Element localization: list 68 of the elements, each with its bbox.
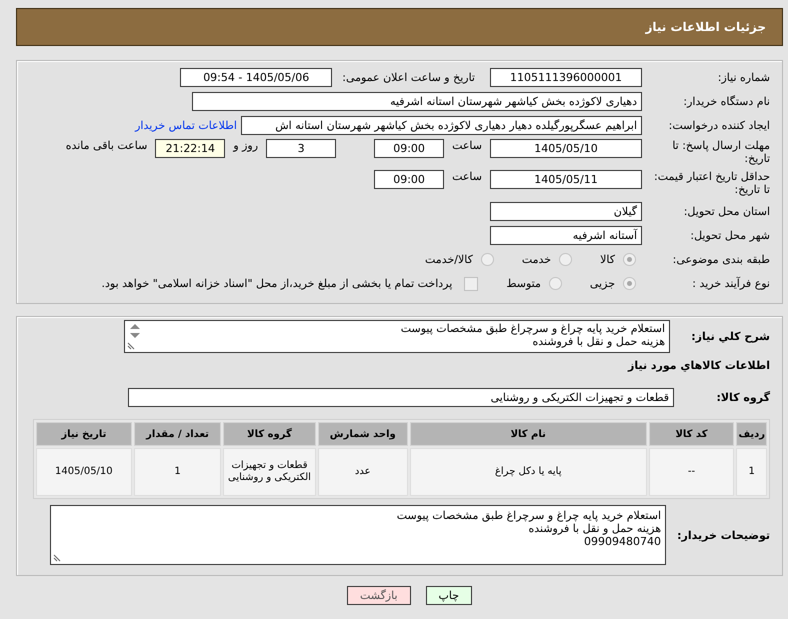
remaining-time-field[interactable]: 21:22:14 — [155, 139, 226, 158]
column-header: ردیف — [736, 422, 767, 446]
field-label: مهلت ارسال پاسخ: تا تاریخ: — [671, 139, 770, 165]
radio-label: کالا — [600, 253, 615, 266]
radio-label: جزیی — [590, 277, 615, 290]
description-box[interactable]: استعلام خرید پایه چراغ و سرچراغ طبق مشخصات پیوست هزینه حمل و نقل با فروشنده — [124, 320, 670, 353]
days-label: روز و — [233, 139, 258, 152]
description-text: استعلام خرید پایه چراغ و سرچراغ طبق مشخصات پیوست هزینه حمل و نقل با فروشنده — [400, 322, 665, 348]
buyer-notes-box[interactable]: استعلام خرید پایه چراغ و سرچراغ طبق مشخصات پیوست هزینه حمل و نقل با فروشنده 09909480740 — [50, 505, 666, 565]
radio-label: متوسط — [506, 277, 541, 290]
table-cell: 1 — [134, 448, 222, 496]
deadline-date-field[interactable]: 1405/05/10 — [490, 139, 642, 158]
validity-date-field[interactable]: 1405/05/11 — [490, 170, 642, 189]
radio-label: کالا/خدمت — [425, 253, 473, 266]
table-cell: قطعات و تجهیزات الکتریکی و روشنایی — [223, 448, 316, 496]
field-label: تاریخ و ساعت اعلان عمومی: — [342, 71, 475, 84]
back-button[interactable]: بازگشت — [346, 586, 411, 605]
validity-time-field[interactable]: 09:00 — [374, 170, 444, 189]
radio-label: خدمت — [522, 253, 552, 266]
checkbox[interactable] — [464, 276, 478, 290]
resize-grip-icon[interactable] — [53, 554, 61, 562]
field-label: توضیحات خریدار: — [676, 528, 770, 542]
announce-date-field[interactable]: 1405/05/06 - 09:54 — [180, 68, 332, 87]
radio-button[interactable] — [559, 253, 572, 266]
checkbox-label: پرداخت تمام یا بخشی از مبلغ خرید،از محل "اسناد خزانه اسلامی" خواهد بود. — [102, 277, 452, 290]
radio-button[interactable] — [623, 277, 636, 290]
requester-field[interactable]: ابراهیم عسگرپورگیلده دهیار دهیاری لاکوژده بخش کیاشهر شهرستان استانه اش — [241, 116, 642, 135]
field-label: نوع فرآیند خرید : — [691, 277, 770, 290]
field-label: ایجاد کننده درخواست: — [668, 119, 770, 132]
field-label: گروه کالا: — [715, 391, 770, 404]
contact-link[interactable]: اطلاعات تماس خریدار — [135, 119, 237, 132]
table-cell: عدد — [318, 448, 408, 496]
city-field[interactable]: آستانه اشرفیه — [490, 226, 642, 245]
column-header: نام کالا — [410, 422, 647, 446]
field-label: استان محل تحویل: — [682, 205, 770, 218]
goods-group-field[interactable]: قطعات و تجهیزات الکتریکی و روشنایی — [128, 388, 674, 407]
province-field[interactable]: گیلان — [490, 202, 642, 221]
field-label: شهر محل تحویل: — [689, 229, 770, 242]
radio-button[interactable] — [623, 253, 636, 266]
need-number-field[interactable]: 1105111396000001 — [490, 68, 642, 87]
scroll-arrows-icon[interactable] — [129, 323, 141, 339]
column-header: واحد شمارش — [318, 422, 408, 446]
column-header: تاریخ نیاز — [36, 422, 132, 446]
table-cell: پایه یا دکل چراغ — [410, 448, 647, 496]
remaining-label: ساعت باقی مانده — [66, 139, 148, 152]
buyer-org-field[interactable]: دهیاری لاکوژده بخش کیاشهر شهرستان استانه اشرفیه — [192, 92, 642, 111]
field-label: حداقل تاریخ اعتبار قیمت: تا تاریخ: — [653, 170, 770, 196]
page-title: جزئیات اطلاعات نیاز — [645, 20, 766, 34]
time-label: ساعت — [452, 139, 482, 152]
section-title: اطلاعات کالاهاي مورد نیاز — [626, 359, 770, 372]
days-field[interactable]: 3 — [266, 139, 336, 158]
column-header: کد کالا — [648, 422, 734, 446]
deadline-time-field[interactable]: 09:00 — [374, 139, 444, 158]
field-label: شرح کلي نیاز: — [690, 330, 770, 343]
buyer-notes-text: استعلام خرید پایه چراغ و سرچراغ طبق مشخصات پیوست هزینه حمل و نقل با فروشنده 09909480740 — [396, 509, 661, 548]
field-label: نام دستگاه خریدار: — [682, 95, 770, 108]
table-cell: 1 — [736, 448, 767, 496]
field-label: شماره نیاز: — [716, 71, 770, 84]
time-label: ساعت — [452, 170, 482, 183]
column-header: تعداد / مقدار — [134, 422, 222, 446]
print-button[interactable]: چاپ — [426, 586, 472, 605]
column-header: گروه کالا — [223, 422, 316, 446]
radio-button[interactable] — [548, 277, 562, 290]
table-cell: 1405/05/10 — [36, 448, 132, 496]
radio-button[interactable] — [480, 253, 494, 266]
resize-grip-icon[interactable] — [127, 342, 135, 350]
field-label: طبقه بندی موضوعی: — [672, 253, 770, 266]
table-cell: -- — [648, 448, 734, 496]
